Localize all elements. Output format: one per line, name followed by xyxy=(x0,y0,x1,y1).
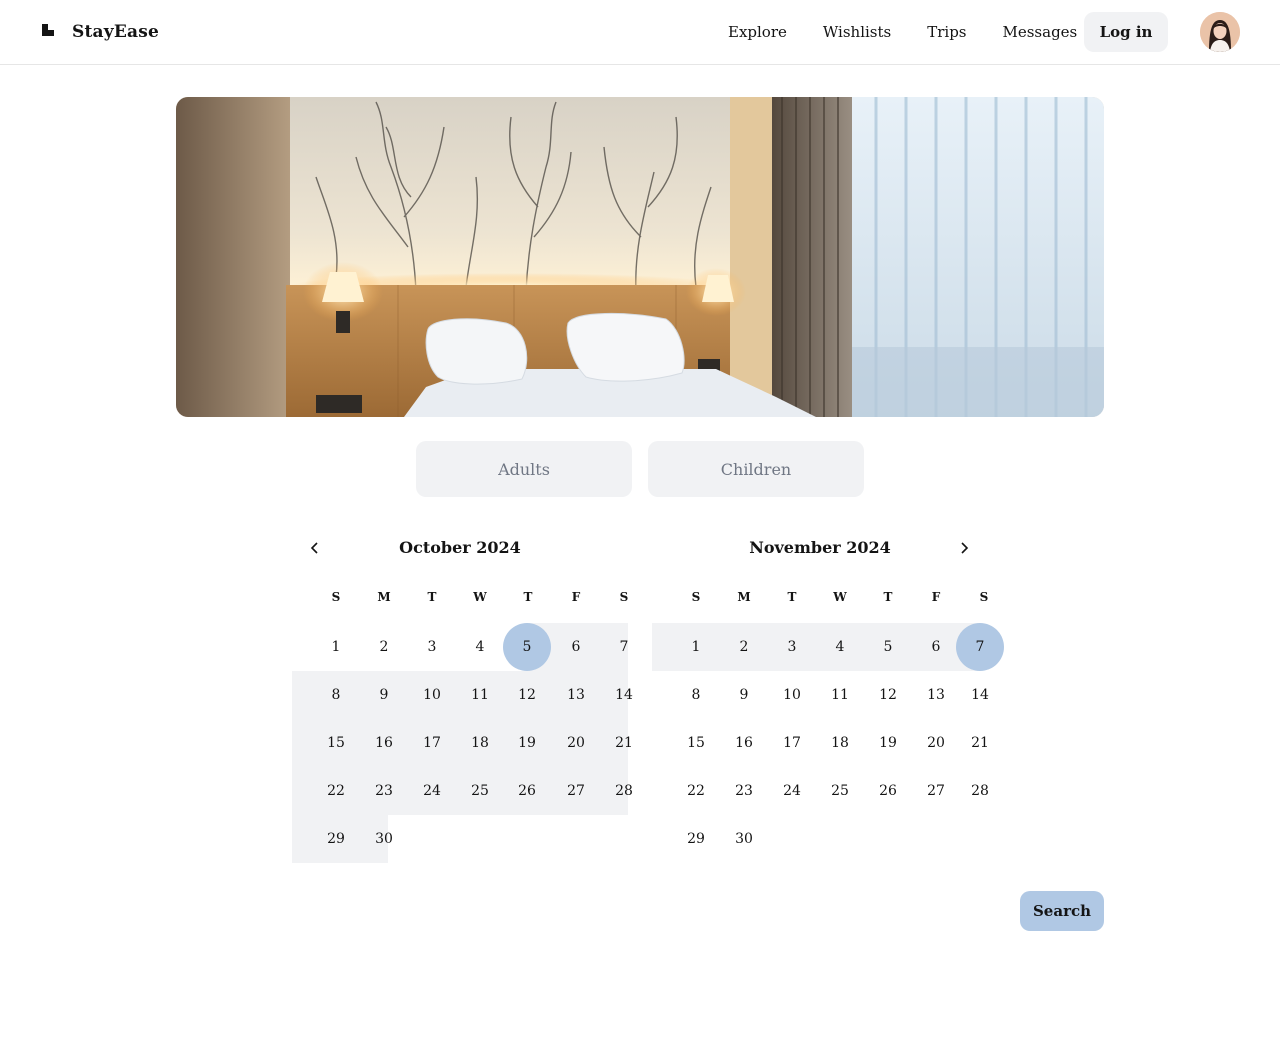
logo[interactable]: StayEase xyxy=(40,18,159,46)
weekday-label: F xyxy=(931,590,941,604)
calendar-day[interactable]: 30 xyxy=(360,815,408,863)
calendar-day[interactable]: 18 xyxy=(456,719,504,767)
calendar-day[interactable]: 8 xyxy=(672,671,720,719)
calendar-day[interactable]: 5 xyxy=(864,623,912,671)
weekday-label: W xyxy=(473,590,487,604)
calendar-day[interactable]: 5 xyxy=(503,623,551,671)
weekday-label: T xyxy=(787,590,797,604)
children-field[interactable] xyxy=(648,441,864,497)
calendar-day[interactable]: 17 xyxy=(408,719,456,767)
weekday-label: S xyxy=(979,590,989,604)
calendar-day[interactable]: 18 xyxy=(816,719,864,767)
calendar-day[interactable]: 8 xyxy=(312,671,360,719)
calendar-day[interactable]: 24 xyxy=(768,767,816,815)
calendar-day[interactable]: 2 xyxy=(720,623,768,671)
weekday-label: T xyxy=(523,590,533,604)
avatar[interactable] xyxy=(1200,12,1240,52)
calendar-day[interactable]: 21 xyxy=(956,719,1004,767)
calendar-day[interactable]: 15 xyxy=(312,719,360,767)
hotel-room-photo xyxy=(176,97,1104,417)
nav-explore[interactable]: Explore xyxy=(710,12,805,52)
november-title: November 2024 xyxy=(749,538,891,557)
calendar-day[interactable]: 27 xyxy=(552,767,600,815)
calendar-day[interactable]: 2 xyxy=(360,623,408,671)
next-month-button[interactable] xyxy=(952,536,976,560)
calendar-day[interactable]: 25 xyxy=(456,767,504,815)
calendar-day[interactable]: 26 xyxy=(503,767,551,815)
calendar-day[interactable]: 22 xyxy=(672,767,720,815)
calendar-day[interactable]: 25 xyxy=(816,767,864,815)
calendar-day[interactable]: 11 xyxy=(816,671,864,719)
calendar-day[interactable]: 13 xyxy=(552,671,600,719)
calendar-day[interactable]: 16 xyxy=(720,719,768,767)
calendar-day[interactable]: 10 xyxy=(768,671,816,719)
calendar-day[interactable]: 3 xyxy=(408,623,456,671)
calendar-day[interactable]: 9 xyxy=(720,671,768,719)
calendar-day[interactable]: 12 xyxy=(864,671,912,719)
weekday-label: F xyxy=(571,590,581,604)
login-button[interactable]: Log in xyxy=(1084,12,1168,52)
weekday-label: W xyxy=(833,590,847,604)
chevron-right-icon xyxy=(961,542,969,554)
nav-messages[interactable]: Messages xyxy=(985,12,1096,52)
weekday-label: M xyxy=(377,590,391,604)
calendar-day[interactable]: 29 xyxy=(312,815,360,863)
calendar-day[interactable]: 4 xyxy=(816,623,864,671)
calendar-day[interactable]: 7 xyxy=(956,623,1004,671)
calendar-day[interactable]: 27 xyxy=(912,767,960,815)
nav-trips[interactable]: Trips xyxy=(909,12,984,52)
calendar-day[interactable]: 23 xyxy=(360,767,408,815)
calendar-day[interactable]: 23 xyxy=(720,767,768,815)
calendar-day[interactable]: 30 xyxy=(720,815,768,863)
calendar-day[interactable]: 1 xyxy=(312,623,360,671)
calendar-day[interactable]: 14 xyxy=(956,671,1004,719)
calendar-day[interactable]: 14 xyxy=(600,671,648,719)
october-title: October 2024 xyxy=(399,538,521,557)
calendar-day[interactable]: 11 xyxy=(456,671,504,719)
calendar-day[interactable]: 29 xyxy=(672,815,720,863)
calendar-day[interactable]: 15 xyxy=(672,719,720,767)
calendar-day[interactable]: 6 xyxy=(552,623,600,671)
logo-icon xyxy=(40,22,60,42)
weekday-label: M xyxy=(737,590,751,604)
chevron-left-icon xyxy=(310,542,318,554)
weekday-label: S xyxy=(691,590,701,604)
main-nav: Explore Wishlists Trips Messages xyxy=(710,12,1095,52)
calendar-day[interactable]: 16 xyxy=(360,719,408,767)
calendar-day[interactable]: 28 xyxy=(600,767,648,815)
top-header: StayEase Explore Wishlists Trips Message… xyxy=(0,0,1280,65)
search-button[interactable]: Search xyxy=(1020,891,1104,931)
calendar-day[interactable]: 24 xyxy=(408,767,456,815)
prev-month-button[interactable] xyxy=(303,536,327,560)
calendar-day[interactable]: 3 xyxy=(768,623,816,671)
user-avatar-icon xyxy=(1200,12,1240,52)
nav-wishlists[interactable]: Wishlists xyxy=(805,12,909,52)
calendar-day[interactable]: 6 xyxy=(912,623,960,671)
brand-name: StayEase xyxy=(72,22,159,42)
weekday-label: S xyxy=(331,590,341,604)
calendar-day[interactable]: 20 xyxy=(552,719,600,767)
weekday-label: S xyxy=(619,590,629,604)
calendar-day[interactable]: 17 xyxy=(768,719,816,767)
calendar-day[interactable]: 28 xyxy=(956,767,1004,815)
calendar-day[interactable]: 26 xyxy=(864,767,912,815)
calendar-day[interactable]: 19 xyxy=(503,719,551,767)
weekday-label: T xyxy=(883,590,893,604)
weekday-label: T xyxy=(427,590,437,604)
calendar-day[interactable]: 19 xyxy=(864,719,912,767)
hero-image xyxy=(176,97,1104,417)
calendar-day[interactable]: 12 xyxy=(503,671,551,719)
calendar-day[interactable]: 22 xyxy=(312,767,360,815)
adults-field[interactable] xyxy=(416,441,632,497)
calendar-day[interactable]: 13 xyxy=(912,671,960,719)
calendar-day[interactable]: 21 xyxy=(600,719,648,767)
calendar-day[interactable]: 10 xyxy=(408,671,456,719)
calendar-day[interactable]: 4 xyxy=(456,623,504,671)
calendar-day[interactable]: 9 xyxy=(360,671,408,719)
calendar-day[interactable]: 7 xyxy=(600,623,648,671)
calendar-day[interactable]: 1 xyxy=(672,623,720,671)
calendar-day[interactable]: 20 xyxy=(912,719,960,767)
